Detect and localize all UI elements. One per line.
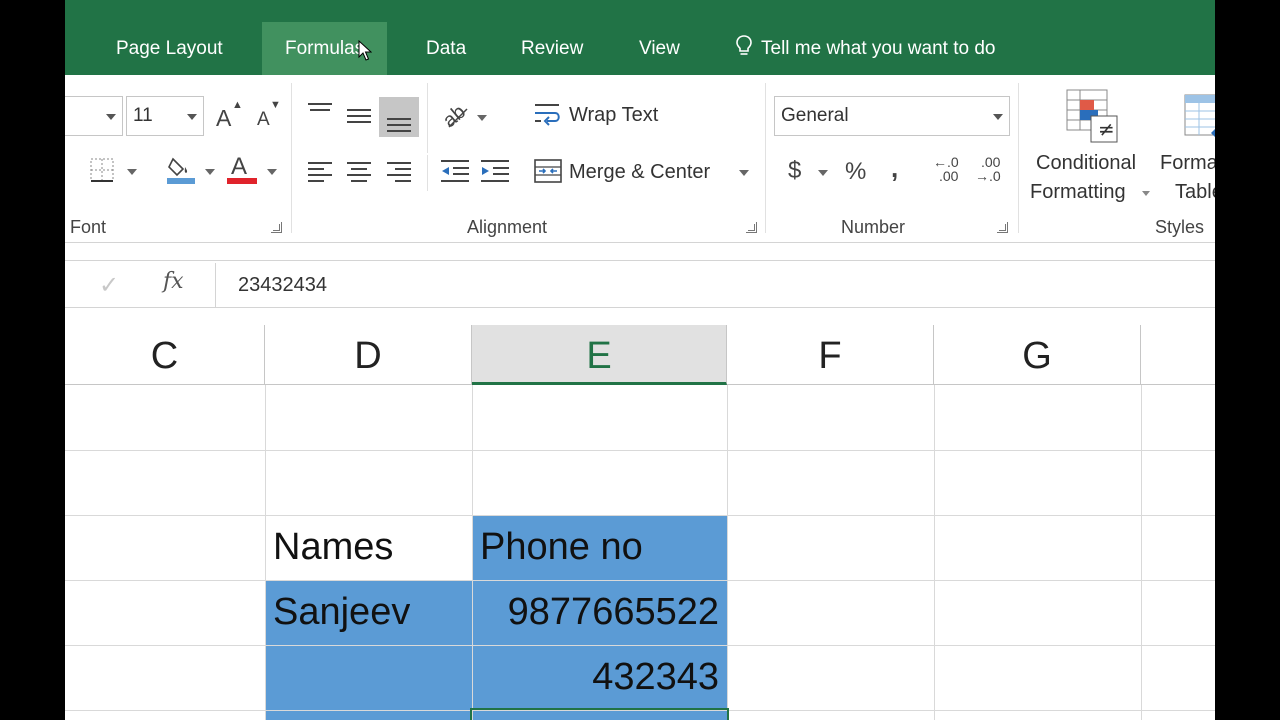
orientation-button[interactable]: ab (439, 99, 489, 135)
alignment-dialog-launcher[interactable] (746, 222, 757, 233)
svg-text:ab: ab (439, 101, 470, 131)
conditional-formatting-label-line1: Conditional (1036, 152, 1137, 174)
borders-icon (90, 158, 114, 182)
ribbon-home: 11 A ▲ A ▼ A ab Wrap Text Merge & Center… (65, 75, 1215, 243)
number-format-dropdown[interactable]: General (774, 96, 1010, 136)
merge-center-icon (534, 159, 562, 183)
align-left-icon[interactable] (306, 160, 334, 182)
font-dialog-launcher[interactable] (271, 222, 282, 233)
lightbulb-icon (736, 35, 752, 55)
comma-style-button[interactable]: , (891, 153, 898, 184)
align-right-icon[interactable] (385, 160, 413, 182)
mouse-cursor-icon (358, 40, 372, 61)
column-header-g[interactable]: G (934, 325, 1141, 385)
excel-window: Page Layout Formulas Data Review View Te… (65, 0, 1215, 720)
conditional-formatting-label-line2: Formatting (1030, 181, 1126, 203)
wrap-text-icon (535, 104, 560, 126)
cell-d4[interactable]: Sanjeev (273, 591, 410, 634)
decrease-indent-icon[interactable] (439, 159, 471, 183)
formula-bar: ✓ fx 23432434 (65, 260, 1215, 308)
wrap-text-button[interactable]: Wrap Text (533, 99, 673, 133)
conditional-formatting-button[interactable]: ≠ Conditional Formatting (1027, 85, 1151, 209)
format-as-table-label-line2: Table (1175, 181, 1215, 203)
fill-color-button[interactable] (165, 153, 217, 187)
merge-center-button[interactable]: Merge & Center (533, 155, 755, 189)
conditional-formatting-icon: ≠ (1066, 89, 1118, 143)
tab-view[interactable]: View (616, 22, 703, 75)
worksheet: C D E F G Names Phone no Sanjeev 9877665… (65, 325, 1215, 720)
accounting-format-button[interactable]: $ (786, 155, 832, 189)
font-color-a-icon: A (231, 153, 248, 180)
paint-bucket-icon (167, 157, 195, 184)
align-center-icon[interactable] (345, 160, 373, 182)
column-header-e[interactable]: E (472, 325, 727, 385)
ribbon-tab-bar: Page Layout Formulas Data Review View Te… (65, 0, 1215, 75)
column-headers: C D E F G (65, 325, 1215, 385)
cell-d3[interactable]: Names (273, 526, 393, 569)
caret-up-icon: ▲ (232, 99, 243, 111)
svg-text:≠: ≠ (1098, 117, 1115, 141)
cell-e5[interactable]: 432343 (472, 656, 719, 699)
font-size-dropdown[interactable]: 11 (126, 96, 204, 136)
decrease-decimal-top: .00 (981, 154, 1001, 170)
increase-decimal-button[interactable]: ←.0 .00 (933, 155, 967, 189)
shrink-font-button[interactable]: A ▼ (255, 99, 285, 135)
tab-data[interactable]: Data (403, 22, 489, 75)
column-header-c[interactable]: C (65, 325, 265, 385)
number-group-label: Number (841, 217, 906, 237)
decrease-decimal-bottom: →.0 (975, 168, 1001, 184)
tab-review[interactable]: Review (498, 22, 606, 75)
caret-down-icon: ▼ (270, 99, 281, 111)
number-dialog-launcher[interactable] (997, 222, 1008, 233)
tab-page-layout[interactable]: Page Layout (93, 22, 246, 75)
cell-e3[interactable]: Phone no (480, 526, 643, 569)
merge-center-label: Merge & Center (569, 161, 711, 183)
styles-group-label: Styles (1155, 217, 1205, 237)
tell-me-search[interactable]: Tell me what you want to do (735, 22, 995, 75)
borders-button[interactable] (87, 155, 139, 185)
tell-me-label: Tell me what you want to do (761, 38, 996, 59)
format-as-table-button[interactable]: Format as Table (1157, 85, 1215, 209)
percent-button[interactable]: % (845, 158, 866, 186)
grow-font-button[interactable]: A ▲ (214, 99, 244, 135)
align-bottom-icon (387, 118, 411, 132)
format-as-table-icon (1184, 94, 1215, 137)
font-color-button[interactable]: A (225, 153, 281, 187)
decrease-decimal-button[interactable]: .00 →.0 (975, 155, 1009, 189)
font-name-dropdown[interactable] (65, 96, 123, 136)
enter-check-icon[interactable]: ✓ (99, 271, 119, 300)
align-top-icon[interactable] (306, 101, 334, 123)
wrap-text-label: Wrap Text (569, 104, 659, 126)
number-format-value: General (781, 105, 849, 126)
column-header-d[interactable]: D (265, 325, 472, 385)
increase-indent-icon[interactable] (479, 159, 511, 183)
increase-decimal-top: ←.0 (933, 154, 959, 170)
font-group-label: Font (70, 217, 107, 237)
insert-function-icon[interactable]: fx (163, 269, 184, 294)
currency-icon: $ (788, 157, 802, 184)
align-middle-icon[interactable] (345, 105, 373, 127)
align-bottom-button[interactable] (379, 97, 419, 137)
shrink-font-label: A (257, 109, 270, 130)
cell-grid[interactable]: Names Phone no Sanjeev 9877665522 432343 (65, 385, 1215, 720)
column-header-f[interactable]: F (727, 325, 934, 385)
text-orientation-icon: ab (439, 101, 470, 131)
font-color-swatch (227, 178, 257, 184)
cell-e4[interactable]: 9877665522 (472, 591, 719, 634)
grow-font-label: A (216, 105, 232, 131)
font-size-value: 11 (133, 105, 153, 126)
formula-input[interactable]: 23432434 (215, 263, 1215, 307)
increase-decimal-bottom: .00 (939, 168, 959, 184)
format-as-table-label-line1: Format as (1160, 152, 1215, 174)
active-cell-selection[interactable] (470, 708, 729, 720)
alignment-group-label: Alignment (467, 217, 548, 237)
column-header-h[interactable] (1141, 325, 1215, 385)
